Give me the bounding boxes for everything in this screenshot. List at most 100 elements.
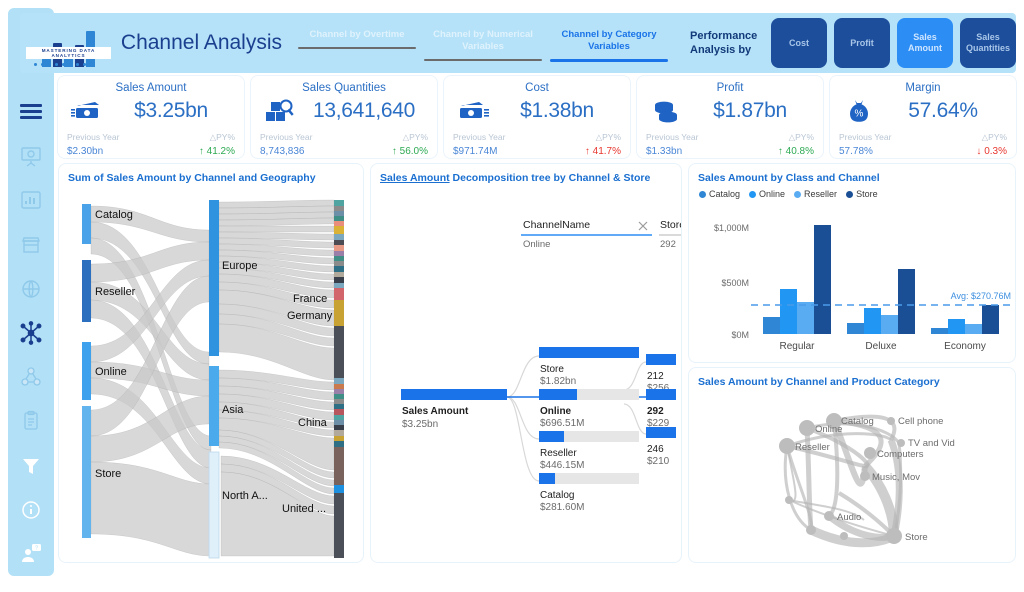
tree-l1-label-catalog: Catalog: [540, 490, 574, 501]
tab-channel-by-numerical-variables[interactable]: Channel by Numerical Variables: [424, 25, 543, 61]
store-icon[interactable]: [11, 223, 51, 267]
metric-button-cost[interactable]: Cost: [771, 18, 827, 68]
network-node-music-movies[interactable]: [860, 471, 870, 481]
sankey-label-asia: Asia: [222, 404, 244, 416]
hamburger-menu-icon[interactable]: [11, 90, 51, 134]
legend-item-reseller[interactable]: Reseller: [794, 189, 837, 199]
tab-underline: [550, 58, 669, 62]
legend-label-store: Store: [856, 189, 878, 199]
filter-funnel-icon[interactable]: [11, 444, 51, 488]
kpi-title: Cost: [525, 82, 549, 94]
cash-outflow-icon: [453, 101, 493, 121]
metric-button-profit[interactable]: Profit: [834, 18, 890, 68]
kpi-card-sales-amount[interactable]: Sales Amount $3.25bn Previous Year △PY% …: [58, 76, 244, 158]
network-node-store[interactable]: [886, 528, 902, 544]
kpi-delta-label: △PY%: [209, 132, 235, 142]
kpi-delta-value: ↓ 0.3%: [976, 146, 1007, 157]
sankey-node-online[interactable]: [82, 342, 91, 400]
user-help-icon[interactable]: ?: [11, 532, 51, 576]
network-chord-diagram[interactable]: Catalog Online Reseller Cell phone TV an…: [689, 388, 1016, 563]
tree-node-store-292[interactable]: 292 $229: [646, 389, 676, 429]
network-node-unlabeled-2[interactable]: [806, 525, 816, 535]
sankey-node-store[interactable]: [82, 406, 91, 538]
kpi-delta-label: △PY%: [788, 132, 814, 142]
bar-economy-store: [982, 305, 999, 334]
network-node-cell-phone[interactable]: [887, 417, 895, 425]
bar-group-deluxe[interactable]: [847, 269, 915, 334]
tab-channel-by-category-variables[interactable]: Channel by Category Variables: [550, 25, 669, 62]
tree-l1-value-reseller: $446.15M: [540, 460, 584, 471]
sankey-diagram[interactable]: Catalog Reseller Online Store Europe Asi…: [59, 184, 364, 562]
kpi-prev-value: $1.33bn: [646, 146, 683, 157]
bar-chart[interactable]: $1,000M $500M $0M Avg: $270.76M Regular …: [689, 199, 1016, 359]
page-title: Channel Analysis: [120, 31, 283, 54]
network-node-tv-and-video[interactable]: [897, 439, 905, 447]
panel-sankey-channel-geography: Sum of Sales Amount by Channel and Geogr…: [58, 163, 364, 563]
y-tick-500: $500M: [721, 278, 749, 288]
network-nodes-icon[interactable]: [11, 311, 51, 355]
tree-l1-value-store: $1.82bn: [540, 376, 576, 387]
kpi-prev-label: Previous Year: [453, 132, 506, 142]
info-icon[interactable]: [11, 488, 51, 532]
metric-button-group: Cost Profit Sales Amount Sales Quantitie…: [771, 18, 1016, 68]
y-tick-1000: $1,000M: [714, 223, 749, 233]
performance-analysis-label: Performance Analysis by: [690, 30, 758, 56]
kpi-card-margin[interactable]: Margin % 57.64% Previous Year △PY% 57.78…: [830, 76, 1016, 158]
network-node-unlabeled-1[interactable]: [785, 496, 793, 504]
kpi-card-profit[interactable]: Profit $1.87bn Previous Year △PY% $1.33b…: [637, 76, 823, 158]
network-node-unlabeled-3[interactable]: [840, 532, 848, 540]
network-label-catalog: Catalog: [841, 416, 874, 427]
tree-node-store[interactable]: Store $1.82bn: [539, 347, 639, 387]
metric-button-sales-quantities[interactable]: Sales Quantities: [960, 18, 1016, 68]
sankey-node-north-america[interactable]: [208, 451, 220, 559]
kpi-card-sales-quantities[interactable]: Sales Quantities 13,641,640 Previous Yea…: [251, 76, 437, 158]
bar-group-economy[interactable]: [931, 305, 999, 334]
tree-node-store-212[interactable]: 212 $256: [646, 354, 676, 394]
sankey-country-strip[interactable]: [334, 200, 344, 558]
sankey-node-reseller[interactable]: [82, 260, 91, 322]
sankey-node-asia[interactable]: [209, 366, 219, 446]
kpi-title: Sales Quantities: [302, 82, 386, 94]
network-node-computers[interactable]: [864, 447, 876, 459]
cluster-icon[interactable]: [11, 355, 51, 399]
tree-node-reseller[interactable]: Reseller $446.15M: [539, 431, 639, 471]
sankey-label-reseller: Reseller: [95, 286, 136, 298]
metric-button-sales-amount[interactable]: Sales Amount: [897, 18, 953, 68]
network-node-online[interactable]: [799, 420, 815, 436]
close-icon[interactable]: [638, 221, 648, 231]
bar-chart-legend: Catalog Online Reseller Store: [689, 184, 1015, 199]
kpi-card-cost[interactable]: Cost $1.38bn Previous Year △PY% $971.74M…: [444, 76, 630, 158]
tab-channel-by-overtime[interactable]: Channel by Overtime: [298, 25, 417, 49]
tree-node-store-246[interactable]: 246 $210: [646, 427, 676, 467]
presentation-chart-icon[interactable]: [11, 134, 51, 178]
tree-node-online[interactable]: Online $696.51M: [539, 389, 639, 429]
tree-title-link[interactable]: Sales Amount: [380, 172, 450, 184]
bar-group-regular[interactable]: [763, 225, 831, 334]
bar-chart-icon[interactable]: [11, 178, 51, 222]
tab-label: Channel by Numerical Variables: [433, 28, 533, 52]
decomposition-tree[interactable]: ChannelName Online Store 292: [371, 184, 682, 562]
tree-node-root[interactable]: Sales Amount $3.25bn: [401, 389, 507, 430]
tree-node-catalog[interactable]: Catalog $281.60M: [539, 473, 639, 513]
sankey-node-catalog[interactable]: [82, 204, 91, 244]
kpi-value: 57.64%: [908, 99, 978, 122]
tree-l1-label-store: Store: [540, 364, 564, 375]
network-label-audio: Audio: [837, 512, 861, 523]
bar-regular-reseller: [797, 302, 814, 334]
money-bag-percent-icon: %: [839, 98, 879, 124]
kpi-delta-label: △PY%: [402, 132, 428, 142]
network-node-audio[interactable]: [824, 511, 834, 521]
boxes-search-icon: [260, 99, 300, 123]
kpi-prev-label: Previous Year: [646, 132, 699, 142]
sankey-label-north-america: North A...: [222, 490, 268, 502]
legend-dot-store: [846, 190, 854, 198]
bar-economy-online: [948, 319, 965, 334]
sankey-node-europe[interactable]: [209, 200, 219, 356]
legend-item-catalog[interactable]: Catalog: [699, 189, 740, 199]
globe-icon[interactable]: [11, 267, 51, 311]
network-node-reseller[interactable]: [779, 438, 795, 454]
legend-item-store[interactable]: Store: [846, 189, 878, 199]
clipboard-icon[interactable]: [11, 399, 51, 443]
tree-l1-value-online: $696.51M: [540, 418, 584, 429]
legend-item-online[interactable]: Online: [749, 189, 785, 199]
